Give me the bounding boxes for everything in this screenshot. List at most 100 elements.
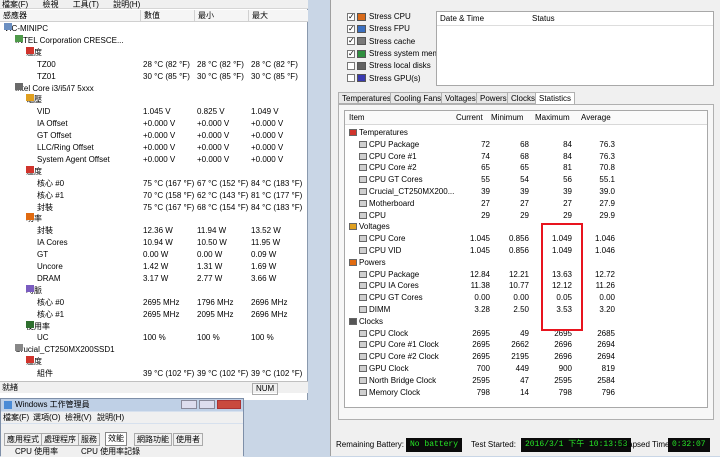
tm-menu-help[interactable]: 說明(H): [97, 412, 124, 423]
col-sensor[interactable]: 感應器: [0, 10, 27, 22]
sensor-label: TZ00: [37, 59, 56, 69]
stress-checkbox[interactable]: [347, 48, 355, 60]
sensor-name: UC: [37, 332, 49, 343]
sensor-row[interactable]: UC 100 % 100 % 100 %: [0, 332, 308, 343]
stress-checkbox[interactable]: [347, 62, 355, 71]
sensor-group-row[interactable]: INTEL Corporation CRESCE...: [0, 34, 308, 46]
stress-option-label[interactable]: Stress FPU: [369, 24, 410, 33]
tm-tab-network[interactable]: 網路功能: [134, 433, 172, 446]
tm-tab-performance[interactable]: 效能: [105, 432, 127, 446]
menu-view[interactable]: 檢視: [42, 0, 58, 9]
tm-tab-processes[interactable]: 處理程序: [41, 433, 79, 446]
tab-powers[interactable]: Powers: [476, 92, 511, 104]
stress-option-row: Stress GPU(s): [347, 73, 421, 85]
sensor-group-row[interactable]: VIC-MINIPC: [0, 23, 308, 34]
col-max[interactable]: 最大: [248, 10, 268, 22]
sensor-row[interactable]: 核心 #0 2695 MHz 1796 MHz 2696 MHz: [0, 297, 308, 308]
sensor-group-row[interactable]: Intel Core i3/i5/i7 5xxx: [0, 82, 308, 94]
sensor-row[interactable]: GT 0.00 W 0.00 W 0.09 W: [0, 249, 308, 260]
stat-current: 29: [481, 210, 490, 220]
stat-minimum: 39: [520, 187, 529, 196]
taskmgr-app-icon: [4, 401, 12, 409]
tab-voltages[interactable]: Voltages: [441, 92, 480, 104]
log-col-status[interactable]: Status: [532, 14, 555, 23]
col-current[interactable]: Current: [456, 113, 483, 122]
stress-checkbox[interactable]: [347, 23, 355, 35]
stat-current: 11.38: [470, 281, 490, 291]
col-value[interactable]: 數值: [140, 10, 160, 22]
sensor-max: 0.09 W: [251, 250, 277, 260]
sensor-row[interactable]: GT Offset +0.000 V +0.000 V +0.000 V: [0, 130, 308, 141]
sensor-value: 2695 MHz: [143, 297, 180, 307]
stat-item-name: Memory Clock: [369, 387, 421, 397]
tm-menu-options[interactable]: 選項(O): [33, 412, 61, 423]
sensor-row[interactable]: 封裝 12.36 W 11.94 W 13.52 W: [0, 225, 308, 236]
sensor-name: VID: [37, 106, 50, 117]
stress-checkbox[interactable]: [347, 74, 355, 83]
statistics-row: CPU Package 12.84 12.21 13.63 12.72: [345, 269, 707, 281]
stress-checkbox[interactable]: [347, 11, 355, 23]
col-maximum[interactable]: Maximum: [535, 113, 570, 122]
sensor-group-row[interactable]: Crucial_CT250MX200SSD1: [0, 344, 308, 355]
sensor-row[interactable]: 組件 39 °C (102 °F) 39 °C (102 °F) 39 °C (102…: [0, 368, 308, 379]
sensor-row[interactable]: IA Offset +0.000 V +0.000 V +0.000 V: [0, 118, 308, 129]
close-button[interactable]: [217, 400, 241, 409]
sensor-row[interactable]: VID 1.045 V 0.825 V 1.049 V: [0, 106, 308, 117]
stat-item-name: CPU Core #2: [369, 163, 417, 173]
log-col-datetime[interactable]: Date & Time: [440, 14, 484, 23]
sensor-name: 核心 #1: [37, 190, 64, 201]
sensor-name: 功率: [26, 213, 42, 224]
statistics-row: CPU Core #2 65 65 81 70.8: [345, 162, 707, 174]
sensor-group-row[interactable]: 溫度: [0, 46, 308, 58]
sensor-row[interactable]: 核心 #1 2695 MHz 2095 MHz 2696 MHz: [0, 309, 308, 320]
tm-tab-services[interactable]: 服務: [78, 433, 100, 446]
sensor-group-row[interactable]: 電壓: [0, 94, 308, 105]
stat-current: 55: [481, 175, 490, 185]
sensor-row[interactable]: System Agent Offset +0.000 V +0.000 V +0.00…: [0, 154, 308, 165]
sensor-row[interactable]: 核心 #1 70 °C (158 °F) 62 °C (143 °F) 81 °C (…: [0, 190, 308, 201]
sensor-group-row[interactable]: 溫度: [0, 165, 308, 177]
sensor-label: IA Cores: [37, 238, 68, 248]
sensor-row[interactable]: DRAM 3.17 W 2.77 W 3.66 W: [0, 273, 308, 284]
sensor-group-row[interactable]: 時脈: [0, 284, 308, 296]
tm-menu-file[interactable]: 檔案(F): [3, 412, 29, 423]
col-average[interactable]: Average: [581, 113, 611, 122]
stress-option-row: Stress local disks: [347, 60, 431, 72]
tm-tab-apps[interactable]: 應用程式: [4, 433, 42, 446]
sensor-row[interactable]: Uncore 1.42 W 1.31 W 1.69 W: [0, 261, 308, 272]
menu-help[interactable]: 說明(H): [113, 0, 140, 9]
tm-menu-view[interactable]: 檢視(V): [65, 412, 92, 423]
sensor-value: 10.94 W: [143, 238, 173, 248]
sensor-group-row[interactable]: 使用率: [0, 320, 308, 332]
stress-option-label[interactable]: Stress cache: [369, 37, 415, 46]
sensor-row[interactable]: 封裝 75 °C (167 °F) 68 °C (154 °F) 84 °C (183…: [0, 202, 308, 213]
stat-maximum: 27: [563, 198, 572, 208]
elapsed-label: Elapsed Time:: [621, 440, 672, 449]
col-min[interactable]: 最小: [194, 10, 214, 22]
tm-tab-users[interactable]: 使用者: [173, 433, 203, 446]
statistics-row: Crucial_CT250MX200... 39 39 39 39.0: [345, 186, 707, 198]
sensor-name: Intel Core i3/i5/i7 5xxx: [15, 82, 94, 94]
col-minimum[interactable]: Minimum: [491, 113, 523, 122]
sensor-group-row[interactable]: 溫度: [0, 356, 308, 367]
menu-tools[interactable]: 工具(T): [73, 0, 99, 9]
sensor-row[interactable]: TZ01 30 °C (85 °F) 30 °C (85 °F) 30 °C (85 …: [0, 71, 308, 82]
stress-checkbox[interactable]: [347, 35, 355, 47]
tab-cooling-fans[interactable]: Cooling Fans: [390, 92, 446, 104]
stat-item-name: CPU GT Cores: [369, 293, 423, 303]
col-item[interactable]: Item: [349, 113, 365, 122]
tab-temperatures[interactable]: Temperatures: [338, 92, 395, 104]
maximize-button[interactable]: [199, 400, 215, 409]
sensor-row[interactable]: IA Cores 10.94 W 10.50 W 11.95 W: [0, 237, 308, 248]
sensor-value: 75 °C (167 °F): [143, 178, 195, 188]
menu-file[interactable]: 檔案(F): [2, 0, 28, 9]
sensor-row[interactable]: 核心 #0 75 °C (167 °F) 67 °C (152 °F) 84 °C (…: [0, 178, 308, 189]
stress-option-label[interactable]: Stress CPU: [369, 12, 411, 21]
sensor-row[interactable]: LLC/Ring Offset +0.000 V +0.000 V +0.000 V: [0, 142, 308, 153]
stress-option-label[interactable]: Stress GPU(s): [369, 74, 421, 83]
sensor-name: 封裝: [37, 202, 53, 213]
sensor-group-row[interactable]: 功率: [0, 213, 308, 224]
minimize-button[interactable]: [181, 400, 197, 409]
sensor-row[interactable]: TZ00 28 °C (82 °F) 28 °C (82 °F) 28 °C (82 …: [0, 59, 308, 70]
stress-option-label[interactable]: Stress local disks: [369, 61, 431, 70]
